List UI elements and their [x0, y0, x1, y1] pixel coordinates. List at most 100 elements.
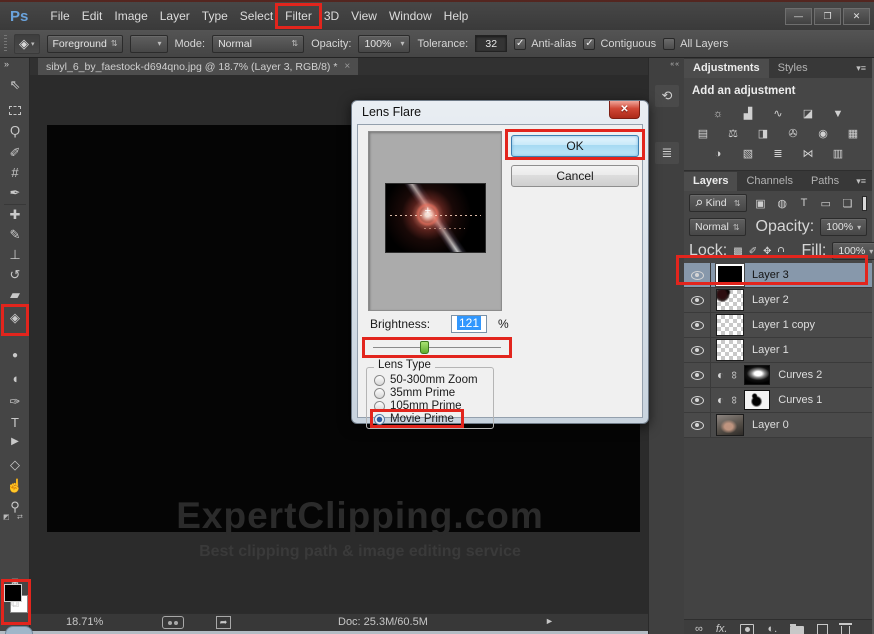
clip-link-icon[interactable]: ∞ [728, 369, 740, 381]
type-tool[interactable]: T [0, 415, 30, 430]
new-layer-icon[interactable] [817, 624, 828, 634]
menu-file[interactable]: File [44, 6, 75, 26]
channel-mixer-icon[interactable]: ◉ [812, 126, 834, 141]
brightness-slider-thumb[interactable] [420, 341, 429, 354]
foreground-color-swatch[interactable] [4, 584, 22, 602]
menu-layer[interactable]: Layer [154, 6, 196, 26]
menu-image[interactable]: Image [108, 6, 153, 26]
swap-swatches-icon[interactable]: ⇄ [17, 513, 23, 521]
eyedropper-tool[interactable]: ✒ [0, 185, 30, 201]
visibility-eye-icon[interactable] [691, 296, 704, 305]
layer-row-layer3[interactable]: Layer 3 [684, 263, 872, 288]
kind-filter-select[interactable]: ⚲ Kind ⇅ [689, 194, 747, 212]
brightness-slider-track[interactable] [373, 347, 501, 348]
radio-35mm-prime[interactable]: 35mm Prime [374, 387, 455, 399]
color-balance-icon[interactable]: ⚖ [722, 126, 744, 141]
levels-icon[interactable]: ▟ [737, 106, 759, 121]
hand-tool[interactable]: ☝ [0, 478, 30, 494]
visibility-eye-icon[interactable] [691, 321, 704, 330]
radio-50-300mm-zoom[interactable]: 50-300mm Zoom [374, 374, 478, 386]
invert-icon[interactable]: ◑ [707, 146, 729, 161]
lock-pixels-icon[interactable]: ✐ [749, 246, 757, 257]
layer-thumbnail[interactable] [716, 314, 744, 336]
marquee-tool[interactable] [9, 106, 21, 115]
minimize-button[interactable]: — [785, 8, 812, 25]
filter-pixel-layers-icon[interactable]: ▣ [753, 195, 769, 211]
add-mask-icon[interactable] [740, 624, 754, 634]
menu-filter[interactable]: Filter [279, 6, 318, 26]
layer-thumbnail[interactable] [716, 339, 744, 361]
pen-tool[interactable]: ✑ [0, 394, 30, 410]
paint-bucket-tool[interactable]: ◈ [0, 310, 30, 326]
gradient-map-icon[interactable]: ⋈ [797, 146, 819, 161]
radio-movie-prime[interactable]: Movie Prime [374, 413, 454, 425]
layer-name[interactable]: Curves 1 [778, 394, 822, 406]
menu-select[interactable]: Select [234, 6, 279, 26]
ok-button[interactable]: OK [511, 135, 639, 157]
default-swatches-icon[interactable]: ◩ [3, 513, 10, 521]
properties-panel-icon[interactable]: ≣ [655, 142, 679, 164]
opacity-select[interactable]: 100% ▾ [358, 35, 410, 53]
dock-expand-icon[interactable]: «« [670, 61, 680, 68]
layer-row-layer0[interactable]: Layer 0 [684, 413, 872, 438]
menu-help[interactable]: Help [438, 6, 475, 26]
filter-type-layers-icon[interactable]: T [796, 195, 812, 211]
vibrance-icon[interactable]: ▼ [827, 106, 849, 121]
layer-thumbnail[interactable] [716, 264, 744, 286]
black-white-icon[interactable]: ◨ [752, 126, 774, 141]
move-tool[interactable]: ⇖ [0, 77, 30, 93]
layer-name[interactable]: Layer 1 copy [752, 319, 815, 331]
eraser-tool[interactable]: ▰ [0, 287, 30, 303]
contiguous-checkbox[interactable]: ✓ [583, 38, 595, 50]
layer-row-curves1[interactable]: ◐ ∞ Curves 1 [684, 388, 872, 413]
tab-close-icon[interactable]: × [344, 61, 350, 72]
healing-brush-tool[interactable]: ✚ [0, 207, 30, 223]
layer-row-layer1[interactable]: Layer 1 [684, 338, 872, 363]
options-grip[interactable] [4, 35, 7, 53]
share-icon[interactable]: ➦ [216, 616, 231, 629]
visibility-eye-icon[interactable] [691, 271, 704, 280]
tab-paths[interactable]: Paths [802, 172, 848, 191]
blend-mode-select[interactable]: Normal ⇅ [689, 218, 746, 236]
layer-name[interactable]: Layer 0 [752, 419, 789, 431]
brush-tool[interactable]: ✎ [0, 227, 30, 243]
new-adjustment-icon[interactable]: ◐. [767, 623, 777, 634]
layer-mask-thumbnail[interactable] [744, 365, 770, 385]
toolbar-expand-icon[interactable]: » [0, 59, 30, 69]
layer-name[interactable]: Layer 1 [752, 344, 789, 356]
panel-menu-icon[interactable]: ▾≡ [850, 63, 872, 78]
filter-shape-layers-icon[interactable]: ▭ [818, 195, 834, 211]
all-layers-checkbox[interactable] [663, 38, 675, 50]
panel-menu-icon[interactable]: ▾≡ [850, 176, 872, 191]
link-layers-icon[interactable]: ∞ [695, 623, 703, 634]
layer-name[interactable]: Curves 2 [778, 369, 822, 381]
flare-center-crosshair[interactable]: + [425, 205, 431, 217]
clone-stamp-tool[interactable]: ⊥ [0, 247, 30, 263]
fill-select[interactable]: 100% ▾ [832, 242, 874, 260]
layer-row-layer2[interactable]: Layer 2 [684, 288, 872, 313]
layer-row-layer1copy[interactable]: Layer 1 copy [684, 313, 872, 338]
tab-adjustments[interactable]: Adjustments [684, 59, 769, 78]
layer-row-curves2[interactable]: ◐ ∞ Curves 2 [684, 363, 872, 388]
cancel-button[interactable]: Cancel [511, 165, 639, 187]
radio-icon[interactable] [374, 388, 385, 399]
document-tab[interactable]: sibyl_6_by_faestock-d694qno.jpg @ 18.7% … [38, 58, 358, 75]
delete-layer-icon[interactable] [841, 626, 850, 634]
filter-adjustment-layers-icon[interactable]: ◍ [774, 195, 790, 211]
mode-select[interactable]: Normal ⇅ [212, 35, 304, 53]
menu-window[interactable]: Window [383, 6, 438, 26]
history-brush-tool[interactable]: ↺ [0, 267, 30, 283]
menu-edit[interactable]: Edit [76, 6, 109, 26]
menu-view[interactable]: View [345, 6, 383, 26]
blur-tool[interactable]: ● [0, 350, 30, 361]
visibility-eye-icon[interactable] [691, 421, 704, 430]
active-tool-badge[interactable]: ◈ ▾ [14, 34, 40, 54]
restore-button[interactable]: ❐ [814, 8, 841, 25]
lasso-tool[interactable]: Ϙ [0, 123, 30, 138]
visibility-eye-icon[interactable] [691, 371, 704, 380]
anti-alias-checkbox[interactable]: ✓ [514, 38, 526, 50]
fill-source-select[interactable]: Foreground ⇅ [47, 35, 123, 53]
zoom-level[interactable]: 18.71% [66, 616, 103, 628]
close-button[interactable]: ✕ [843, 8, 870, 25]
history-panel-icon[interactable]: ⟲ [655, 85, 679, 107]
